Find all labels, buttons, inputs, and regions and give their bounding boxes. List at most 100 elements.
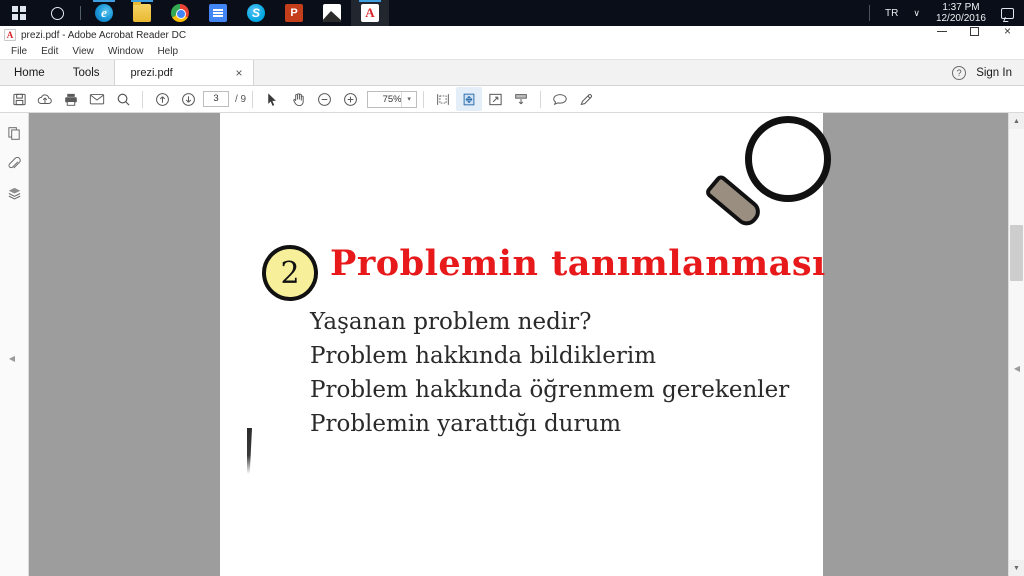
folder-icon: [133, 1, 151, 22]
taskbar-divider: [80, 6, 81, 20]
acrobat-window: prezi.pdf - Adobe Acrobat Reader DC × Fi…: [0, 24, 1024, 576]
main-toolbar: 3 / 9 75% ▾: [0, 86, 1024, 113]
menu-edit[interactable]: Edit: [34, 44, 65, 59]
magnifying-glass-illustration: [703, 114, 842, 239]
taskbar-item-photos[interactable]: [313, 0, 351, 26]
search-icon[interactable]: [110, 87, 136, 111]
comment-bubble-icon[interactable]: [547, 87, 573, 111]
scrollbar-track[interactable]: ◀: [1009, 129, 1024, 560]
list-item: Problemin yarattığı durum: [310, 411, 622, 437]
highlighter-pen-icon[interactable]: [573, 87, 599, 111]
cortana-search-button[interactable]: [38, 0, 76, 26]
menu-file[interactable]: File: [4, 44, 34, 59]
notification-center-button[interactable]: [994, 7, 1020, 19]
navigation-rail: ◀: [0, 113, 29, 576]
fit-page-icon[interactable]: [456, 87, 483, 111]
toolbar-divider-4: [540, 90, 542, 108]
taskbar-item-powerpoint[interactable]: [275, 0, 313, 26]
slide-title: Problemin tanımlanması: [330, 243, 826, 284]
zoom-to-selection-icon[interactable]: [482, 87, 508, 111]
menu-help[interactable]: Help: [150, 44, 185, 59]
acrobat-document-icon: [4, 29, 16, 41]
tab-document-prezi[interactable]: prezi.pdf ×: [113, 60, 254, 85]
scrollbar-thumb[interactable]: [1010, 225, 1023, 281]
list-item: Problem hakkında öğrenmem gerekenler: [310, 377, 790, 403]
page-total-label: / 9: [235, 93, 247, 105]
zoom-level-select[interactable]: 75% ▾: [367, 90, 418, 108]
photos-icon: [323, 4, 341, 22]
cursor-arrow-icon[interactable]: [259, 87, 285, 111]
chevron-down-icon[interactable]: ▾: [401, 91, 416, 107]
taskbar-app-list: [0, 0, 389, 26]
maximize-icon: [970, 26, 979, 36]
list-item: Problem hakkında bildiklerim: [310, 343, 657, 369]
window-title: prezi.pdf - Adobe Acrobat Reader DC: [21, 29, 187, 41]
tab-home[interactable]: Home: [0, 60, 59, 85]
vertical-scrollbar[interactable]: ▲ ◀ ▼: [1008, 113, 1024, 576]
notification-icon: [1000, 7, 1014, 19]
print-icon[interactable]: [58, 87, 84, 111]
window-titlebar: prezi.pdf - Adobe Acrobat Reader DC ×: [0, 24, 1024, 44]
slide-number-badge: 2: [259, 242, 321, 304]
edge-icon: [95, 4, 113, 22]
scroll-down-button[interactable]: ▼: [1009, 560, 1024, 576]
chevron-down-icon[interactable]: ∨: [905, 8, 928, 19]
windows-taskbar: TR ∨ 1:37 PM 12/20/2016: [0, 0, 1024, 26]
scroll-mode-icon[interactable]: [508, 87, 534, 111]
hand-icon[interactable]: [285, 87, 311, 111]
pdf-page: 2 Problemin tanımlanması Yaşanan problem…: [220, 113, 831, 576]
start-button[interactable]: [0, 0, 38, 26]
toolbar-divider-1: [142, 90, 143, 108]
chrome-icon: [171, 4, 189, 22]
toolbar-divider-3: [423, 90, 425, 108]
document-tab-bar: Home Tools prezi.pdf × ? Sign In: [0, 60, 1024, 86]
taskbar-item-edge[interactable]: [85, 0, 123, 26]
upload-cloud-icon[interactable]: [32, 87, 58, 111]
tab-tools[interactable]: Tools: [59, 60, 114, 85]
collapse-left-panel-button[interactable]: ◀: [6, 341, 18, 375]
toolbar-divider-2: [252, 90, 254, 108]
tray-time: 1:37 PM: [942, 2, 980, 13]
slide-bullet-list: Yaşanan problem nedir? Problem hakkında …: [310, 305, 789, 441]
tray-divider: [869, 5, 870, 21]
plus-circle-icon[interactable]: [337, 87, 363, 111]
save-icon[interactable]: [6, 87, 32, 111]
taskbar-item-chrome[interactable]: [161, 0, 199, 26]
tray-date: 12/20/2016: [935, 13, 986, 24]
taskbar-item-skype[interactable]: [237, 0, 275, 26]
taskbar-item-acrobat[interactable]: [351, 0, 389, 26]
taskbar-item-word[interactable]: [199, 0, 237, 26]
arrow-down-circle-icon[interactable]: [175, 87, 201, 111]
cortana-circle-icon: [50, 6, 64, 20]
powerpoint-icon: [285, 4, 303, 22]
menu-bar: File Edit View Window Help: [0, 44, 1024, 60]
acrobat-icon: [361, 4, 379, 22]
page-number-input[interactable]: 3: [203, 91, 229, 107]
tray-language[interactable]: TR: [878, 8, 905, 19]
arrow-up-circle-icon[interactable]: [149, 87, 175, 111]
scroll-up-button[interactable]: ▲: [1009, 113, 1024, 129]
zoom-level-value: 75%: [382, 93, 402, 105]
document-work-area: ◀ 2 Problemin tanımlanması Yaşanan probl…: [0, 113, 1024, 576]
minus-circle-icon[interactable]: [311, 87, 337, 111]
close-tab-icon[interactable]: ×: [236, 67, 243, 79]
pdf-page-viewport[interactable]: 2 Problemin tanımlanması Yaşanan problem…: [29, 113, 1008, 576]
taskbar-item-file-explorer[interactable]: [123, 0, 161, 26]
email-icon[interactable]: [84, 87, 110, 111]
help-icon[interactable]: ?: [952, 65, 967, 80]
tray-clock[interactable]: 1:37 PM 12/20/2016: [928, 2, 994, 24]
layers-icon[interactable]: [4, 183, 24, 203]
list-item: Yaşanan problem nedir?: [310, 309, 592, 335]
fit-width-icon[interactable]: [430, 87, 456, 111]
menu-window[interactable]: Window: [101, 44, 151, 59]
skype-icon: [247, 4, 265, 22]
sign-in-button[interactable]: Sign In: [976, 67, 1012, 79]
close-icon: ×: [1003, 24, 1011, 38]
paperclip-icon[interactable]: [4, 153, 24, 173]
tabbar-right-group: ? Sign In: [952, 60, 1024, 85]
slide-content: 2 Problemin tanımlanması Yaşanan problem…: [220, 113, 831, 576]
collapse-right-panel-button[interactable]: ◀: [1011, 351, 1023, 385]
minimize-icon: [936, 30, 947, 32]
page-thumbnails-icon[interactable]: [4, 123, 24, 143]
menu-view[interactable]: View: [65, 44, 101, 59]
